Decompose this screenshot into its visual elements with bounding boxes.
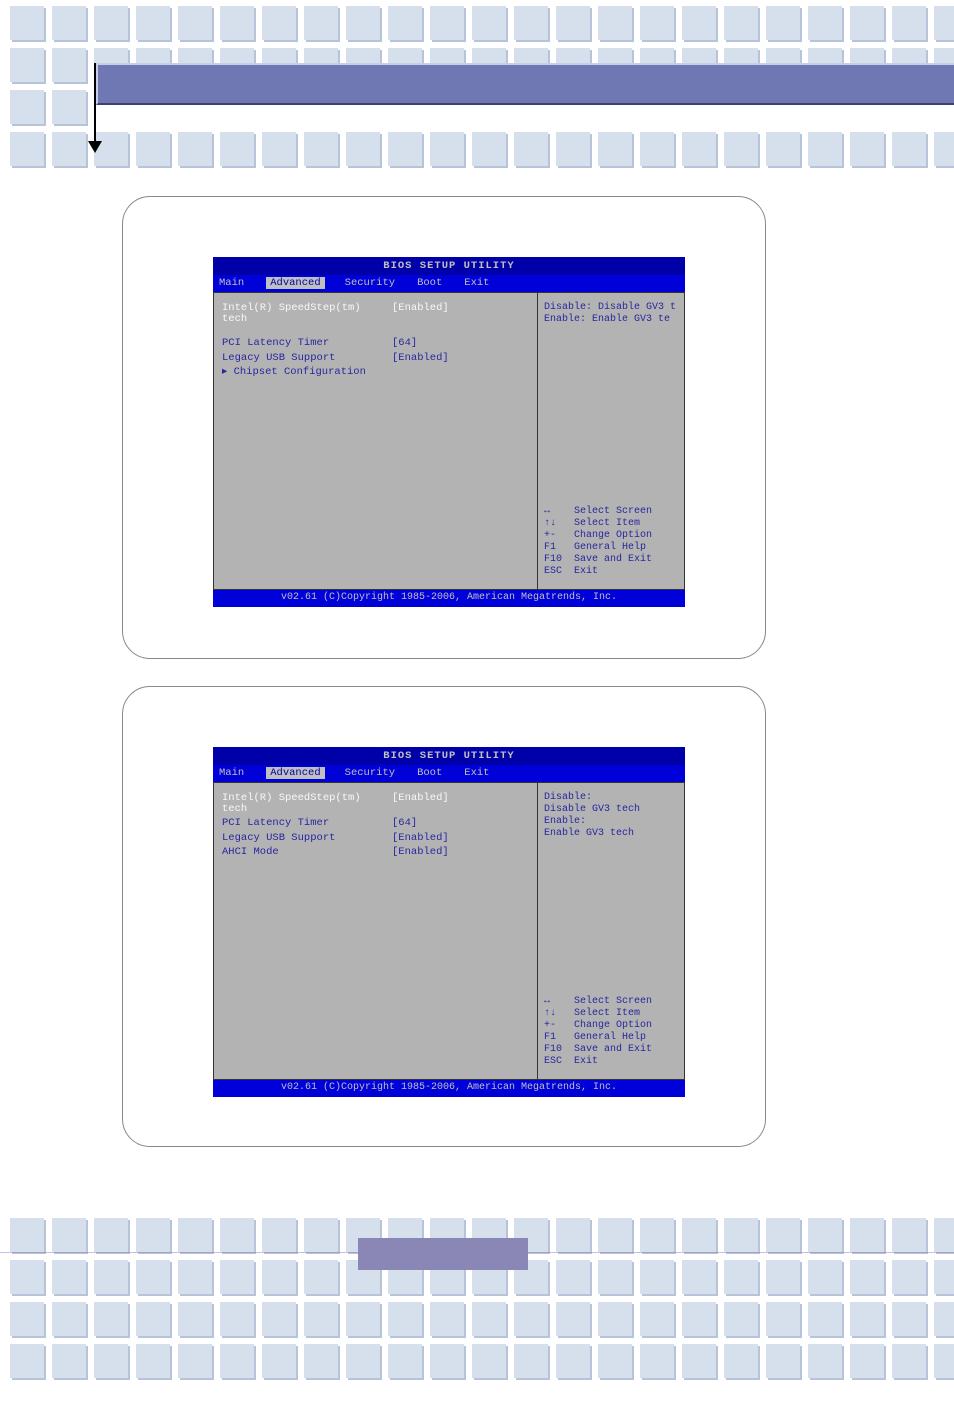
bios-key-legend: ↔Select Screen ↑↓Select Item +-Change Op…	[544, 997, 678, 1069]
help-text: Enable:	[544, 817, 678, 827]
option-pci-latency[interactable]: PCI Latency Timer [64]	[222, 818, 529, 829]
bios-footer: v02.61 (C)Copyright 1985-2006, American …	[213, 1080, 685, 1097]
tab-exit[interactable]: Exit	[464, 768, 489, 780]
bios-tabs[interactable]: Main Advanced Security Boot Exit	[213, 765, 685, 783]
option-speedstep[interactable]: Intel(R) SpeedStep(tm) tech [Enabled]	[222, 793, 529, 814]
help-text: Disable:	[544, 793, 678, 803]
bios-title: BIOS SETUP UTILITY	[213, 257, 685, 275]
tab-security[interactable]: Security	[345, 278, 395, 290]
option-legacy-usb[interactable]: Legacy USB Support [Enabled]	[222, 353, 529, 364]
bios-options-pane: Intel(R) SpeedStep(tm) tech [Enabled] PC…	[214, 783, 538, 1079]
help-text: Enable: Enable GV3 te	[544, 315, 678, 325]
tab-boot[interactable]: Boot	[417, 768, 442, 780]
help-text: Disable: Disable GV3 t	[544, 303, 678, 313]
page-banner	[96, 63, 954, 105]
bios-title: BIOS SETUP UTILITY	[213, 747, 685, 765]
tab-main[interactable]: Main	[219, 768, 244, 780]
arrow-down-icon	[94, 63, 96, 141]
option-ahci-mode[interactable]: AHCI Mode [Enabled]	[222, 847, 529, 858]
option-legacy-usb[interactable]: Legacy USB Support [Enabled]	[222, 833, 529, 844]
help-text: Disable GV3 tech	[544, 805, 678, 815]
option-pci-latency[interactable]: PCI Latency Timer [64]	[222, 338, 529, 349]
tab-advanced[interactable]: Advanced	[266, 767, 324, 780]
bios-screenshot-1: BIOS SETUP UTILITY Main Advanced Securit…	[122, 196, 766, 659]
tab-boot[interactable]: Boot	[417, 278, 442, 290]
bios-tabs[interactable]: Main Advanced Security Boot Exit	[213, 275, 685, 293]
tab-main[interactable]: Main	[219, 278, 244, 290]
page-number-pill	[358, 1238, 528, 1270]
bios-help-pane: Disable: Disable GV3 tech Enable: Enable…	[538, 783, 684, 1079]
bios-footer: v02.61 (C)Copyright 1985-2006, American …	[213, 590, 685, 607]
tab-exit[interactable]: Exit	[464, 278, 489, 290]
bios-screenshot-2: BIOS SETUP UTILITY Main Advanced Securit…	[122, 686, 766, 1147]
tab-security[interactable]: Security	[345, 768, 395, 780]
bios-options-pane: Intel(R) SpeedStep(tm) tech [Enabled] PC…	[214, 293, 538, 589]
help-text: Enable GV3 tech	[544, 829, 678, 839]
bios-key-legend: ↔Select Screen ↑↓Select Item +-Change Op…	[544, 507, 678, 579]
bios-help-pane: Disable: Disable GV3 t Enable: Enable GV…	[538, 293, 684, 589]
tab-advanced[interactable]: Advanced	[266, 277, 324, 290]
option-speedstep[interactable]: Intel(R) SpeedStep(tm) tech [Enabled]	[222, 303, 529, 324]
submenu-chipset-configuration[interactable]: Chipset Configuration	[222, 367, 529, 378]
